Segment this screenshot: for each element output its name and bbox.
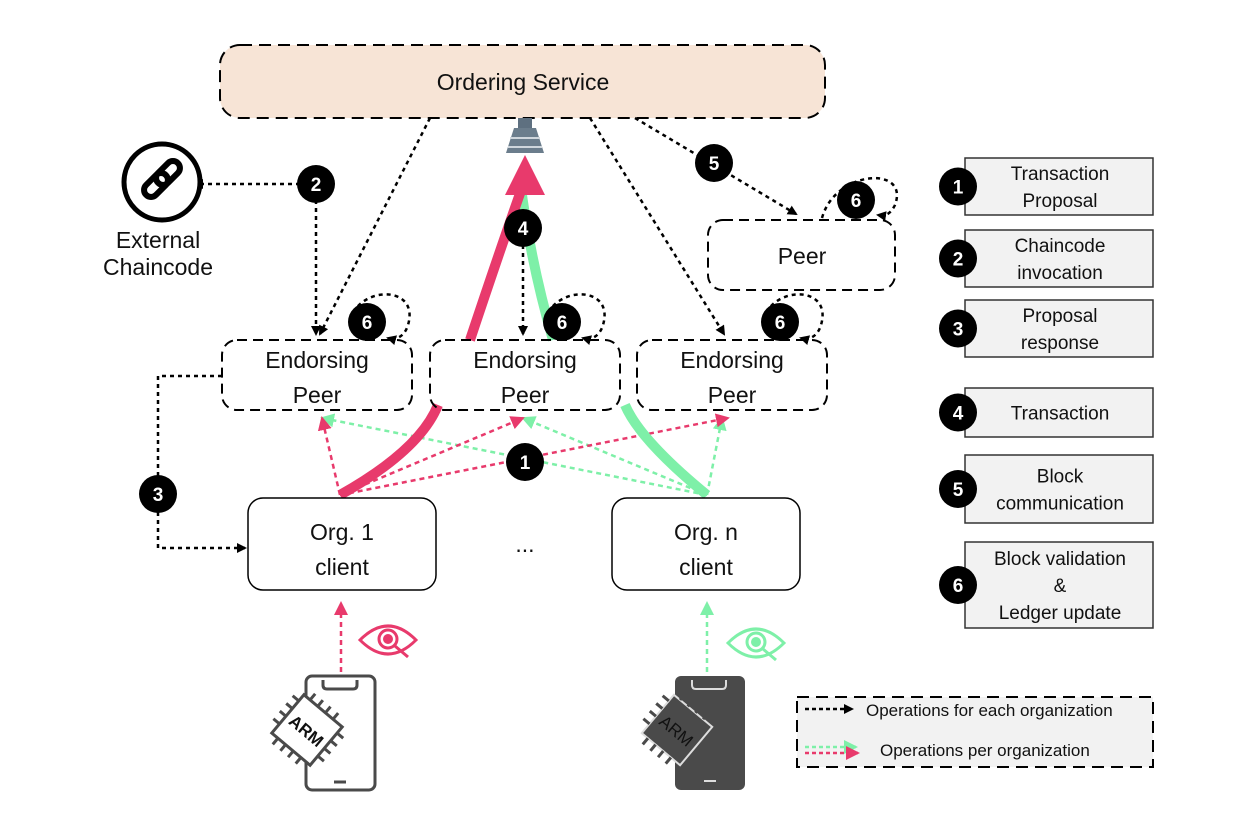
legend-step-label: Proposal <box>1023 306 1098 327</box>
ellipsis: ... <box>515 531 534 557</box>
legend-step-label: Block validation <box>994 549 1126 570</box>
legend-step-label: Transaction <box>1011 164 1110 185</box>
step-badge-number: 5 <box>953 480 964 501</box>
arm-phone-icon: ARM <box>640 676 745 790</box>
endorsing-peer-label: Endorsing <box>265 347 369 373</box>
badge-1: 1 <box>506 443 544 481</box>
legend-step-3: 3 Proposal response <box>939 299 1154 358</box>
svg-text:6: 6 <box>775 313 786 334</box>
endorsing-peer-3: Endorsing Peer <box>636 339 828 411</box>
svg-text:4: 4 <box>518 219 529 240</box>
eye-search-icon <box>357 624 419 659</box>
endorsing-peer-1: Endorsing Peer <box>221 339 413 411</box>
legend-step-1: 1 Transaction Proposal <box>939 157 1154 216</box>
svg-text:5: 5 <box>709 154 720 175</box>
endorsing-peer-label: Peer <box>293 382 342 408</box>
step-badge-number: 1 <box>953 178 964 199</box>
legend-step-label: Block <box>1037 467 1084 488</box>
legend-step-label: Ledger update <box>999 603 1122 624</box>
arm-phone-icon: ARM <box>269 674 377 792</box>
client-label: client <box>679 554 733 580</box>
badge-2: 2 <box>297 165 335 203</box>
step-badges: 2 5 6 4 6 6 6 1 3 <box>139 144 875 513</box>
external-chaincode-label: External <box>116 227 200 253</box>
step-badge-number: 3 <box>953 320 964 341</box>
step-badge-number: 4 <box>953 404 964 425</box>
each-org-legend-label: Operations for each organization <box>866 701 1113 720</box>
per-org-legend-label: Operations per organization <box>880 741 1090 760</box>
legend-step-label: communication <box>996 494 1124 515</box>
legend-step-label: Chaincode <box>1015 236 1106 257</box>
ordering-service-box: Ordering Service <box>219 44 826 119</box>
svg-text:6: 6 <box>362 313 373 334</box>
badge-6: 6 <box>761 303 799 341</box>
badge-6: 6 <box>837 181 875 219</box>
legend-step-label: & <box>1054 576 1067 597</box>
badge-6: 6 <box>543 303 581 341</box>
external-chaincode-label: Chaincode <box>103 254 213 280</box>
client-label: client <box>315 554 369 580</box>
org-n-client: Org. n client <box>611 497 801 591</box>
step-legend: 1 Transaction Proposal 2 Chaincode invocation… <box>939 157 1154 629</box>
peer-box: Peer <box>707 219 896 291</box>
legend-step-6: 6 Block validation & Ledger update <box>939 541 1154 629</box>
svg-text:3: 3 <box>153 485 164 506</box>
legend-step-label: response <box>1021 333 1099 354</box>
funnel-icon <box>506 118 544 153</box>
badge-5: 5 <box>695 144 733 182</box>
legend-step-label: Transaction <box>1011 404 1110 425</box>
endorsing-peer-label: Peer <box>708 382 757 408</box>
endorsing-peer-2: Endorsing Peer <box>429 339 621 411</box>
ordering-service-label: Ordering Service <box>437 69 610 95</box>
svg-text:6: 6 <box>851 191 862 212</box>
svg-text:6: 6 <box>557 313 568 334</box>
badge-4: 4 <box>504 209 542 247</box>
svg-text:2: 2 <box>311 175 322 196</box>
badge-3: 3 <box>139 475 177 513</box>
external-chaincode: External Chaincode <box>103 141 213 280</box>
endorsing-peer-label: Endorsing <box>473 347 577 373</box>
step-badge-number: 2 <box>953 250 964 271</box>
endorsing-peer-label: Peer <box>501 382 550 408</box>
badge-6: 6 <box>348 303 386 341</box>
step-badge-number: 6 <box>953 576 964 597</box>
org-1-client: Org. 1 client <box>247 497 437 591</box>
legend-step-2: 2 Chaincode invocation <box>939 229 1154 288</box>
legend-step-label: Proposal <box>1023 191 1098 212</box>
peer-label: Peer <box>778 243 827 269</box>
client-label: Org. n <box>674 519 738 545</box>
legend-step-5: 5 Block communication <box>939 454 1154 524</box>
endorsing-peer-label: Endorsing <box>680 347 784 373</box>
eye-search-icon <box>725 627 787 662</box>
legend-step-label: invocation <box>1017 263 1103 284</box>
client-label: Org. 1 <box>310 519 374 545</box>
svg-text:1: 1 <box>520 453 531 474</box>
arrow-legend: Operations for each organization Operati… <box>796 696 1154 768</box>
legend-step-4: 4 Transaction <box>939 387 1154 438</box>
fabric-diagram: Ordering Service External Chaincode Peer… <box>103 44 1154 792</box>
